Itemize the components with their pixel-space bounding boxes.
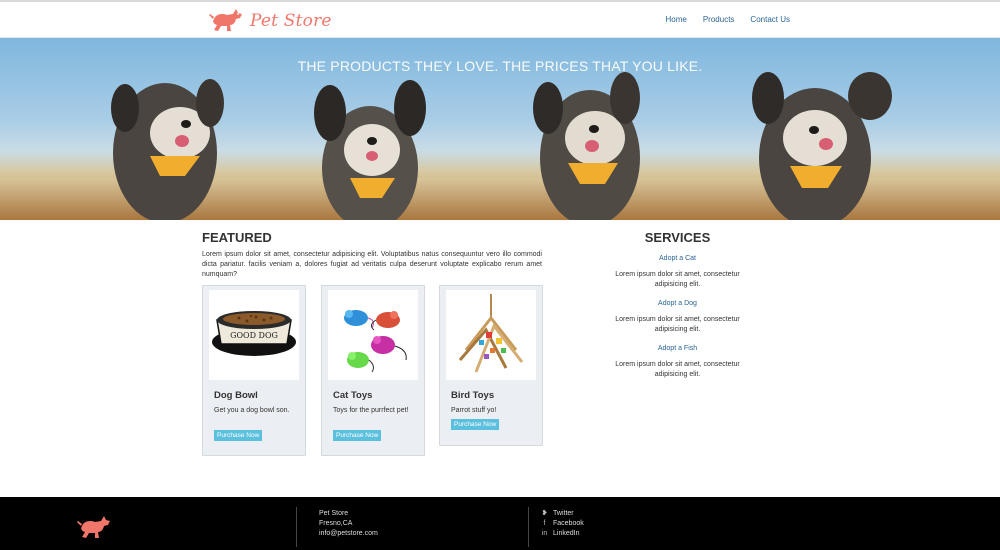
service-description: Lorem ipsum dolor sit amet, consectetur …	[615, 316, 740, 333]
linkedin-link[interactable]: in LinkedIn	[541, 529, 584, 539]
twitter-label: Twitter	[553, 510, 574, 517]
purchase-now-button[interactable]: Purchase Now	[451, 419, 500, 430]
facebook-label: Facebook	[553, 520, 584, 527]
footer-social-links: ❥ Twitter f Facebook in LinkedIn	[541, 509, 584, 539]
footer-divider	[528, 507, 529, 547]
facebook-link[interactable]: f Facebook	[541, 519, 584, 529]
product-description: Toys for the purrfect pet!	[333, 407, 409, 414]
footer-email[interactable]: info@petstore.com	[319, 529, 378, 539]
twitter-link[interactable]: ❥ Twitter	[541, 509, 584, 519]
bird-toys-image	[446, 290, 536, 380]
facebook-icon: f	[543, 520, 546, 527]
footer: Pet Store Fresno,CA info@petstore.com ❥ …	[0, 497, 1000, 550]
hero-title: THE PRODUCTS THEY LOVE. THE PRICES THAT …	[297, 58, 703, 74]
product-title: Bird Toys	[451, 390, 495, 401]
bowl-label: GOOD DOG	[230, 331, 278, 340]
nav-products[interactable]: Products	[703, 15, 735, 24]
product-card-dog-bowl: GOOD DOG Dog Bowl Get you a dog bowl son…	[202, 285, 306, 456]
product-title: Cat Toys	[333, 390, 373, 401]
cat-toys-image	[328, 290, 418, 380]
product-card-cat-toys: Cat Toys Toys for the purrfect pet! Purc…	[321, 285, 425, 456]
purchase-now-button[interactable]: Purchase Now	[214, 430, 263, 441]
featured-intro: Lorem ipsum dolor sit amet, consectetur …	[202, 251, 542, 278]
running-dog-icon	[208, 5, 246, 38]
brand-logo[interactable]: Pet Store	[208, 6, 332, 36]
hero-banner: THE PRODUCTS THEY LOVE. THE PRICES THAT …	[0, 38, 1000, 220]
footer-store-name: Pet Store	[319, 510, 349, 517]
footer-city: Fresno,CA	[319, 520, 353, 527]
purchase-now-button[interactable]: Purchase Now	[333, 430, 382, 441]
footer-divider	[296, 507, 297, 547]
product-card-bird-toys: Bird Toys Parrot stuff yo! Purchase Now	[439, 285, 543, 446]
dog-bowl-image: GOOD DOG	[209, 290, 299, 380]
linkedin-icon: in	[541, 530, 548, 537]
adopt-dog-link[interactable]: Adopt a Dog	[605, 300, 750, 307]
nav-home[interactable]: Home	[666, 15, 687, 24]
featured-section: FEATURED Lorem ipsum dolor sit amet, con…	[202, 230, 542, 280]
product-description: Get you a dog bowl son.	[214, 407, 290, 414]
footer-address: Pet Store Fresno,CA info@petstore.com	[319, 509, 378, 539]
featured-title: FEATURED	[202, 230, 272, 245]
adopt-cat-link[interactable]: Adopt a Cat	[605, 255, 750, 262]
services-section: SERVICES Adopt a Cat Lorem ipsum dolor s…	[605, 230, 750, 380]
product-title: Dog Bowl	[214, 390, 258, 401]
main-nav: Home Products Contact Us	[666, 15, 791, 24]
services-title: SERVICES	[644, 230, 711, 245]
nav-contact-us[interactable]: Contact Us	[750, 15, 790, 24]
brand-name: Pet Store	[250, 11, 332, 31]
linkedin-label: LinkedIn	[553, 530, 580, 537]
product-description: Parrot stuff yo!	[451, 407, 497, 414]
navbar: Pet Store Home Products Contact Us	[0, 2, 1000, 38]
service-description: Lorem ipsum dolor sit amet, consectetur …	[615, 271, 740, 288]
adopt-fish-link[interactable]: Adopt a Fish	[605, 345, 750, 352]
service-description: Lorem ipsum dolor sit amet, consectetur …	[615, 361, 740, 378]
footer-dog-logo-icon	[76, 512, 114, 545]
twitter-icon: ❥	[541, 510, 548, 517]
